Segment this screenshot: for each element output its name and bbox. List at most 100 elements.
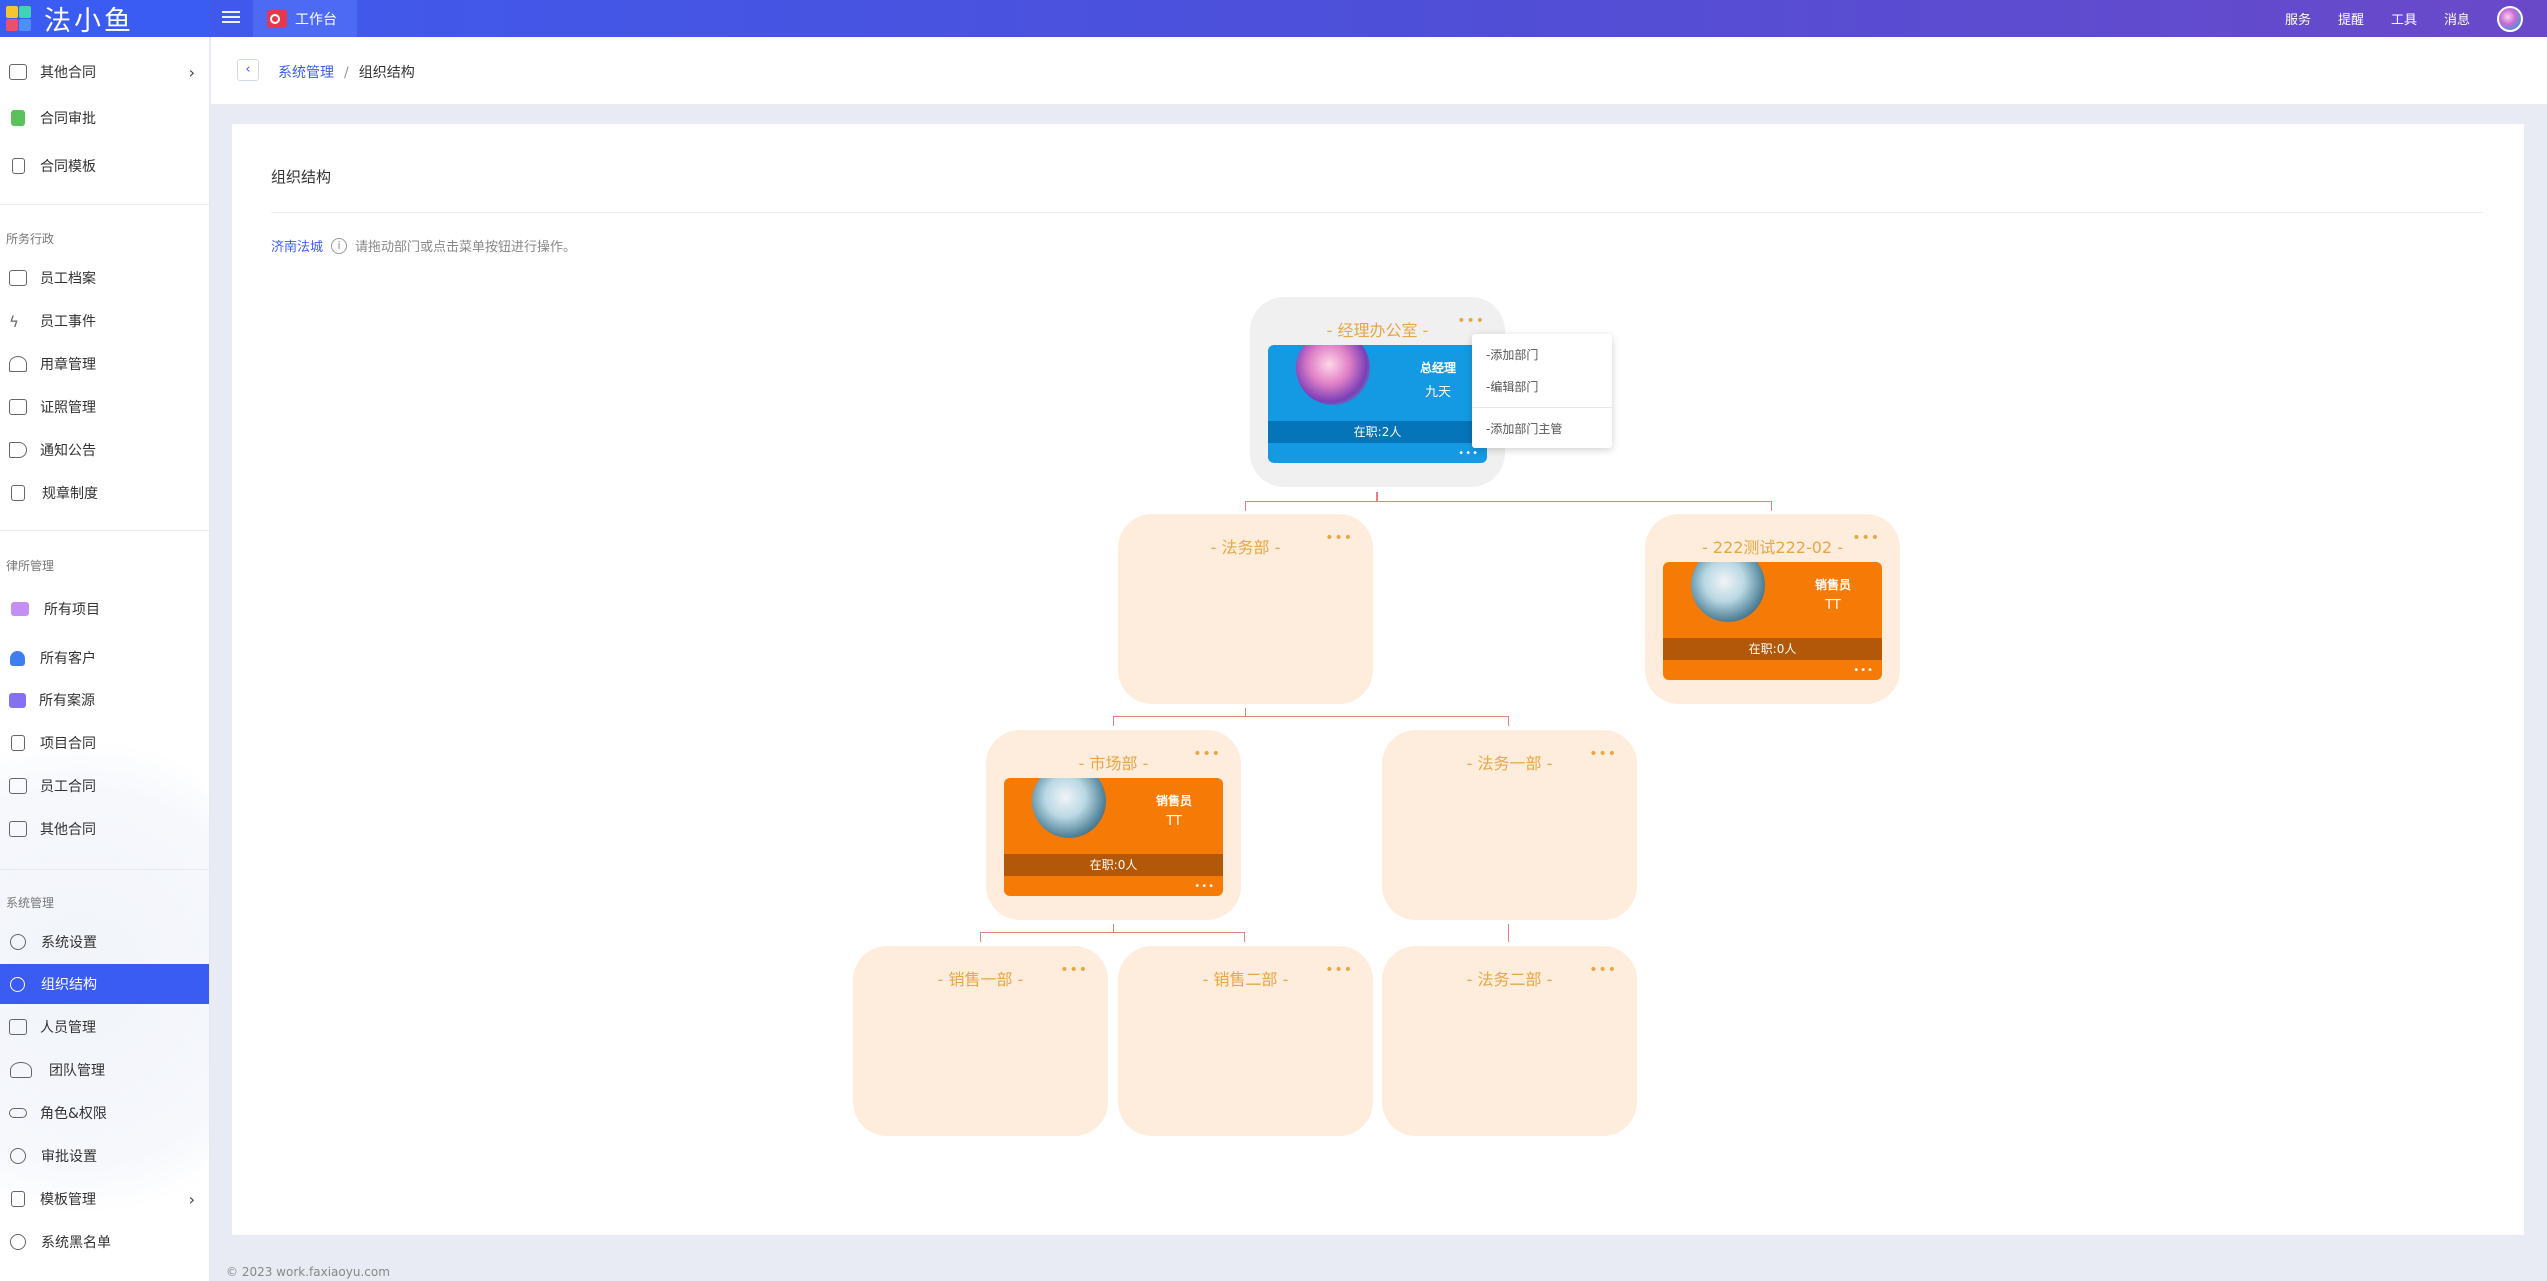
sidebar-item-contract-templates[interactable]: 合同模板 <box>0 146 209 186</box>
node-context-menu: -添加部门 -编辑部门 -添加部门主管 <box>1472 334 1612 448</box>
sidebar-item-all-projects[interactable]: 所有项目 <box>0 589 209 629</box>
staff-count: 在职:2人 <box>1268 421 1487 443</box>
sidebar-item-label: 组织结构 <box>41 977 97 993</box>
sidebar-item-approval-settings[interactable]: 审批设置 <box>0 1136 209 1176</box>
sidebar-item-regulations[interactable]: 规章制度 <box>0 473 209 513</box>
sidebar-item-label: 员工合同 <box>40 779 96 795</box>
app-logo[interactable]: 法小鱼 <box>0 0 210 37</box>
team-icon <box>10 1062 32 1078</box>
org-node-test-222[interactable]: - 222测试222-02 - ••• 销售员 TT 在职:0人 ••• <box>1645 514 1900 704</box>
breadcrumb-parent[interactable]: 系统管理 <box>278 65 334 81</box>
template-icon <box>12 158 25 174</box>
sidebar-item-label: 角色&权限 <box>40 1106 107 1122</box>
org-node-sales-two[interactable]: - 销售二部 - ••• <box>1118 946 1373 1136</box>
more-icon[interactable]: ••• <box>1193 746 1221 762</box>
menu-edit-department[interactable]: -编辑部门 <box>1486 378 1538 395</box>
back-button[interactable]: ‹ <box>237 59 259 81</box>
avatar <box>1296 345 1370 405</box>
more-icon[interactable]: ••• <box>1852 530 1880 546</box>
breadcrumb: 系统管理 / 组织结构 <box>278 62 415 82</box>
more-icon[interactable]: ••• <box>1194 881 1215 892</box>
sidebar-item-roles-permissions[interactable]: 角色&权限 <box>0 1093 209 1133</box>
sidebar-item-employee-files[interactable]: 员工档案 <box>0 258 209 298</box>
sidebar-item-team-management[interactable]: 团队管理 <box>0 1050 209 1090</box>
sidebar-item-license-management[interactable]: 证照管理 <box>0 387 209 427</box>
sidebar-item-system-blacklist[interactable]: 系统黑名单 <box>0 1222 209 1262</box>
sidebar-item-label: 规章制度 <box>42 486 98 502</box>
tab-workbench[interactable]: 工作台 <box>253 0 357 37</box>
sidebar-group-admin: 所务行政 <box>6 232 55 246</box>
contract-icon <box>9 821 27 837</box>
connector <box>1245 501 1772 502</box>
page-title: 组织结构 <box>271 168 332 186</box>
sidebar-item-seal-management[interactable]: 用章管理 <box>0 344 209 384</box>
nav-service[interactable]: 服务 <box>2285 9 2311 28</box>
menu-toggle-icon[interactable] <box>220 8 242 28</box>
sidebar-item-project-contracts[interactable]: 项目合同 <box>0 723 209 763</box>
sidebar-item-all-clients[interactable]: 所有客户 <box>0 638 209 678</box>
sidebar-item-label: 合同模板 <box>40 159 96 175</box>
sidebar-item-all-leads[interactable]: 所有案源 <box>0 680 209 720</box>
sidebar-item-label: 证照管理 <box>40 400 96 416</box>
employee-contract-icon <box>9 778 27 794</box>
org-node-legal-two[interactable]: - 法务二部 - ••• <box>1382 946 1637 1136</box>
manager-name: TT <box>1825 598 1841 613</box>
contract-icon <box>9 64 27 80</box>
company-name[interactable]: 济南法城 <box>271 236 323 255</box>
more-icon[interactable]: ••• <box>1060 962 1088 978</box>
more-icon[interactable]: ••• <box>1325 530 1353 546</box>
manager-card[interactable]: 销售员 TT 在职:0人 ••• <box>1663 562 1882 680</box>
org-node-legal-one[interactable]: - 法务一部 - ••• <box>1382 730 1637 920</box>
more-icon[interactable]: ••• <box>1457 313 1485 329</box>
footer-copyright: © 2023 work.faxiaoyu.com <box>226 1265 390 1279</box>
menu-add-department-head[interactable]: -添加部门主管 <box>1486 420 1562 437</box>
chevron-right-icon: › <box>188 1189 195 1209</box>
menu-divider <box>1472 407 1612 408</box>
sidebar-item-other-contracts-firm[interactable]: 其他合同 <box>0 809 209 849</box>
connector <box>980 932 981 942</box>
sidebar-item-staff-management[interactable]: 人员管理 <box>0 1007 209 1047</box>
breadcrumb-bar: ‹ 系统管理 / 组织结构 <box>211 37 2547 104</box>
more-icon[interactable]: ••• <box>1589 962 1617 978</box>
more-icon[interactable]: ••• <box>1589 746 1617 762</box>
lightning-icon: ϟ <box>9 313 19 331</box>
sidebar-item-label: 团队管理 <box>49 1063 105 1079</box>
more-icon[interactable]: ••• <box>1458 448 1479 459</box>
sidebar-item-announcements[interactable]: 通知公告 <box>0 430 209 470</box>
regulation-icon <box>11 485 25 501</box>
sidebar-item-system-settings[interactable]: 系统设置 <box>0 922 209 962</box>
org-node-legal[interactable]: - 法务部 - ••• <box>1118 514 1373 704</box>
sidebar-group-system: 系统管理 <box>6 896 55 910</box>
user-avatar[interactable] <box>2497 5 2523 32</box>
org-node-sales-one[interactable]: - 销售一部 - ••• <box>853 946 1108 1136</box>
sidebar-item-employee-events[interactable]: ϟ 员工事件 <box>0 301 209 341</box>
manager-card[interactable]: 总经理 九天 在职:2人 ••• <box>1268 345 1487 463</box>
sidebar-item-other-contracts[interactable]: 其他合同 › <box>0 52 209 92</box>
sidebar-item-org-structure[interactable]: 组织结构 <box>0 964 209 1004</box>
seal-icon <box>9 356 27 372</box>
menu-add-department[interactable]: -添加部门 <box>1486 346 1538 363</box>
org-node-market[interactable]: - 市场部 - ••• 销售员 TT 在职:0人 ••• <box>986 730 1241 920</box>
blacklist-icon <box>10 1234 26 1250</box>
sidebar-item-template-management[interactable]: 模板管理 › <box>0 1179 209 1219</box>
manager-role: 销售员 <box>1155 794 1192 808</box>
org-node-manager-office[interactable]: - 经理办公室 - ••• 总经理 九天 在职:2人 ••• <box>1250 297 1505 487</box>
org-structure-icon <box>10 976 25 992</box>
template-management-icon <box>11 1191 25 1207</box>
sidebar-divider <box>0 204 209 205</box>
more-icon[interactable]: ••• <box>1853 665 1874 676</box>
sidebar-item-employee-contracts[interactable]: 员工合同 <box>0 766 209 806</box>
sidebar-item-contract-approval[interactable]: 合同审批 <box>0 98 209 138</box>
staff-icon <box>9 1019 27 1035</box>
nav-tools[interactable]: 工具 <box>2391 9 2417 28</box>
sidebar-item-label: 审批设置 <box>41 1149 97 1165</box>
hint-text: 请拖动部门或点击菜单按钮进行操作。 <box>355 240 577 255</box>
manager-card[interactable]: 销售员 TT 在职:0人 ••• <box>1004 778 1223 896</box>
more-icon[interactable]: ••• <box>1325 962 1353 978</box>
breadcrumb-separator: / <box>344 65 349 81</box>
nav-reminder[interactable]: 提醒 <box>2338 9 2364 28</box>
breadcrumb-current: 组织结构 <box>358 65 415 81</box>
connector <box>1771 501 1772 511</box>
connector <box>1113 716 1114 726</box>
nav-messages[interactable]: 消息 <box>2444 9 2470 28</box>
